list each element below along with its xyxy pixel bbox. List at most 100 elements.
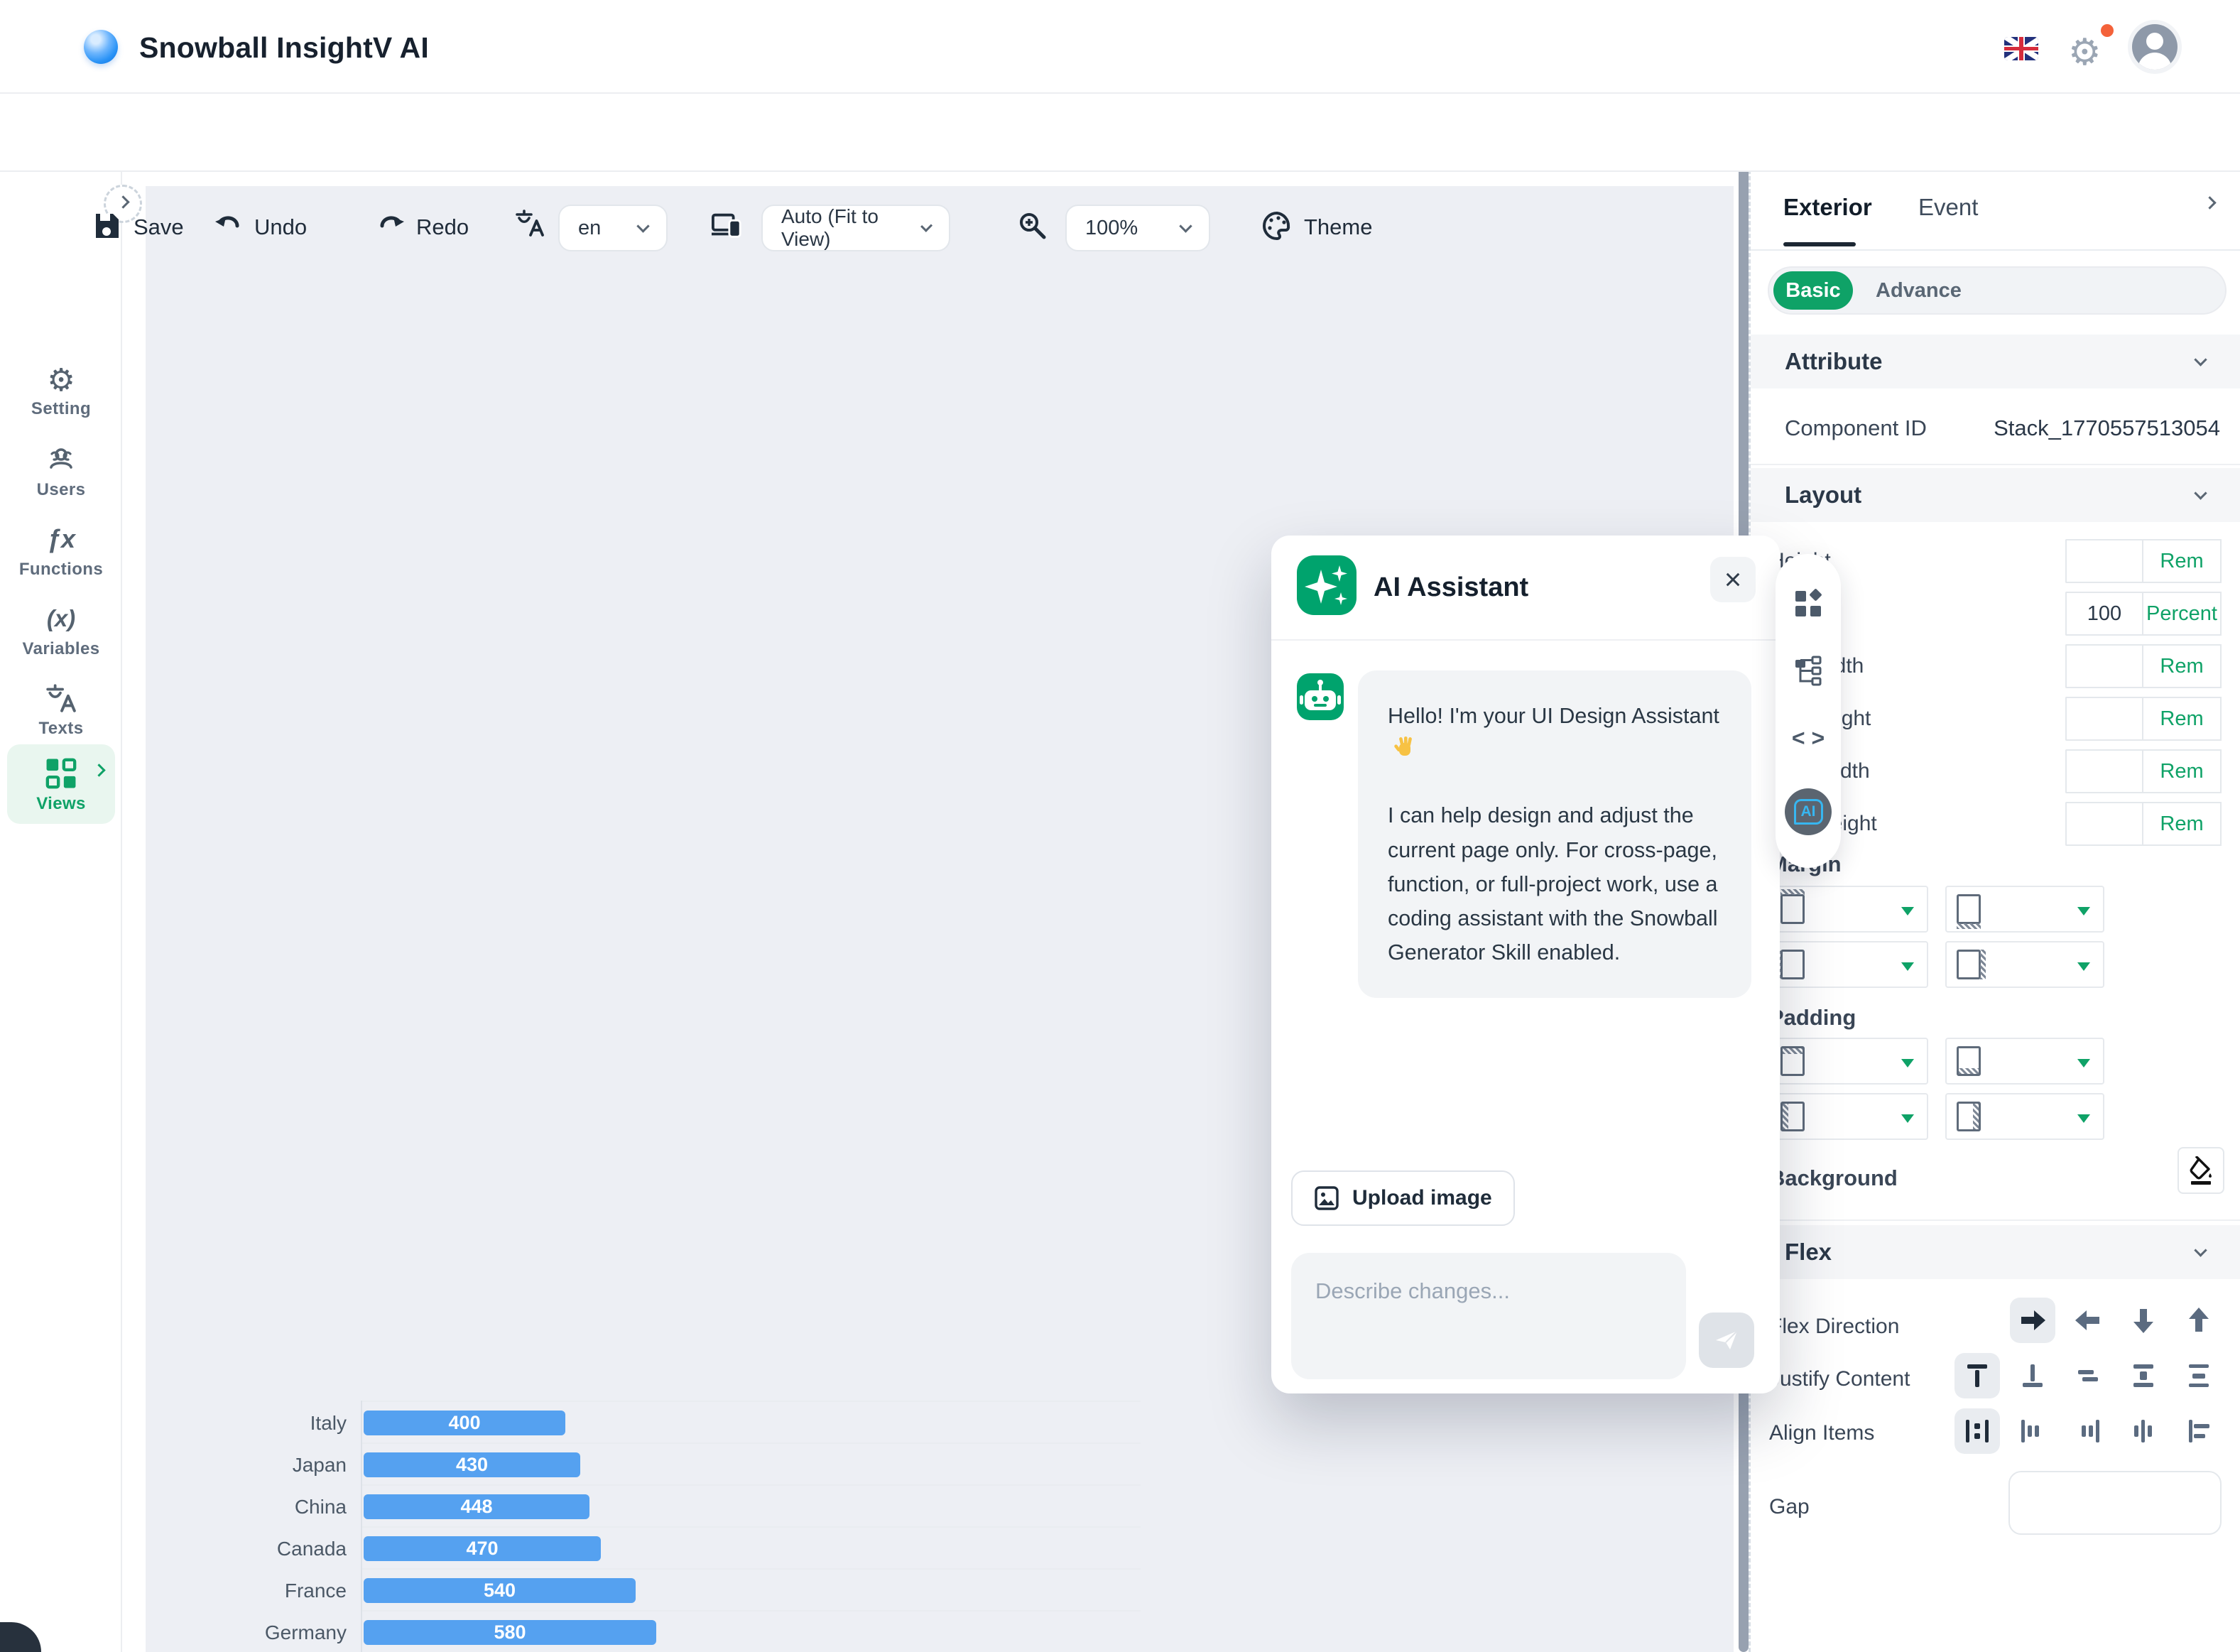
redo-icon[interactable]: [375, 210, 406, 241]
layout-unit-select[interactable]: Rem: [2142, 697, 2222, 741]
users-icon: [45, 443, 77, 476]
justify-center-button[interactable]: [2065, 1353, 2111, 1398]
component-id-value: Stack_1770557513054: [1994, 415, 2220, 441]
layout-unit-select[interactable]: Rem: [2142, 749, 2222, 793]
upload-image-button[interactable]: Upload image: [1291, 1170, 1515, 1226]
theme-palette-icon[interactable]: [1261, 210, 1293, 241]
conversion-bar[interactable]: 400: [364, 1411, 565, 1435]
layout-value-input[interactable]: [2065, 697, 2142, 741]
layout-unit-select[interactable]: Rem: [2142, 802, 2222, 846]
chevron-right-icon[interactable]: [2203, 196, 2216, 209]
language-select[interactable]: en: [558, 205, 668, 251]
layout-value-input[interactable]: [2065, 644, 2142, 688]
justify-space-around-button[interactable]: [2176, 1353, 2222, 1398]
language-flag-icon[interactable]: [2004, 37, 2038, 60]
padding-right-select[interactable]: [1945, 1093, 2104, 1140]
justify-flex-end-button[interactable]: [2010, 1353, 2055, 1398]
align-items-label: Align Items: [1769, 1421, 1874, 1445]
align-center-button[interactable]: [2121, 1408, 2166, 1454]
conversion-value: 580: [494, 1621, 526, 1643]
theme-button[interactable]: Theme: [1304, 214, 1372, 240]
sidebar-item-views-active[interactable]: Views: [7, 744, 115, 824]
sidebar-item-texts[interactable]: Texts: [0, 682, 122, 739]
conversion-bar[interactable]: 448: [364, 1494, 589, 1519]
widgets-icon[interactable]: [1791, 587, 1825, 621]
layout-unit-select[interactable]: Percent: [2142, 592, 2222, 636]
justify-space-between-button[interactable]: [2121, 1353, 2166, 1398]
flex-direction-label: Flex Direction: [1769, 1315, 1899, 1339]
margin-top-select[interactable]: [1769, 886, 1928, 933]
padding-bottom-icon: [1957, 1046, 1981, 1076]
sidebar-item-variables[interactable]: (x) Variables: [0, 602, 122, 659]
sidebar-item-functions[interactable]: ƒx Functions: [0, 523, 122, 580]
chevron-down-icon: [2194, 487, 2207, 499]
sidebar-item-setting[interactable]: ⚙ Setting: [0, 362, 122, 419]
chevron-right-icon: [116, 195, 129, 208]
conversion-bar[interactable]: 430: [364, 1452, 580, 1477]
zoom-in-icon[interactable]: [1017, 210, 1048, 241]
flex-direction-column-reverse-button[interactable]: [2176, 1298, 2222, 1343]
ai-assistant-launcher-icon[interactable]: AI: [1785, 788, 1832, 835]
user-avatar[interactable]: [2128, 20, 2182, 74]
flex-direction-row-reverse-button[interactable]: [2065, 1298, 2111, 1343]
layout-field: Rem: [2065, 802, 2222, 846]
align-baseline-button[interactable]: [2176, 1408, 2222, 1454]
margin-left-select[interactable]: [1769, 941, 1928, 988]
sidebar-item-users[interactable]: Users: [0, 443, 122, 500]
sidebar-item-label: Views: [36, 794, 86, 813]
conversion-value: 470: [466, 1538, 498, 1560]
describe-changes-input[interactable]: [1291, 1253, 1686, 1379]
conversion-bar[interactable]: 580: [364, 1620, 656, 1645]
conversion-bar[interactable]: 470: [364, 1536, 601, 1561]
device-mode-select[interactable]: Auto (Fit to View): [761, 205, 950, 251]
conversion-bar[interactable]: 540: [364, 1578, 636, 1603]
gap-input[interactable]: [2008, 1471, 2222, 1535]
justify-flex-start-button[interactable]: [1954, 1353, 2000, 1398]
padding-top-select[interactable]: [1769, 1038, 1928, 1085]
padding-left-select[interactable]: [1769, 1093, 1928, 1140]
save-icon[interactable]: [91, 210, 122, 241]
redo-button[interactable]: Redo: [416, 214, 469, 240]
margin-right-select[interactable]: [1945, 941, 2104, 988]
align-flex-end-button[interactable]: [2065, 1408, 2111, 1454]
margin-bottom-icon: [1957, 894, 1981, 924]
background-fill-button[interactable]: [2178, 1147, 2224, 1194]
conversion-value: 448: [460, 1496, 492, 1518]
dialog-title: AI Assistant: [1374, 572, 1528, 603]
zoom-value: 100%: [1085, 217, 1138, 240]
section-flex[interactable]: Flex: [1751, 1225, 2240, 1279]
align-flex-start-button[interactable]: [2010, 1408, 2055, 1454]
tab-advance[interactable]: Advance: [1876, 268, 1962, 313]
padding-bottom-select[interactable]: [1945, 1038, 2104, 1085]
chevron-down-icon: [2194, 353, 2207, 366]
zoom-level-select[interactable]: 100%: [1065, 205, 1210, 251]
send-button[interactable]: [1699, 1313, 1754, 1368]
undo-button[interactable]: Undo: [254, 214, 307, 240]
section-attribute[interactable]: Attribute: [1751, 335, 2240, 388]
section-layout[interactable]: Layout: [1751, 468, 2240, 522]
save-button[interactable]: Save: [134, 214, 184, 240]
chevron-down-icon: [1179, 219, 1192, 232]
layer-tree-icon[interactable]: [1791, 654, 1825, 688]
layout-unit-select[interactable]: Rem: [2142, 539, 2222, 583]
tab-event[interactable]: Event: [1918, 194, 1978, 221]
layout-value-input[interactable]: [2065, 592, 2142, 636]
layout-unit-select[interactable]: Rem: [2142, 644, 2222, 688]
code-icon[interactable]: < >: [1791, 721, 1825, 755]
undo-icon[interactable]: [213, 210, 244, 241]
margin-bottom-select[interactable]: [1945, 886, 2104, 933]
flex-direction-row-button[interactable]: [2010, 1298, 2055, 1343]
conversion-country-label: Italy: [310, 1402, 347, 1444]
conversion-country-label: Canada: [277, 1528, 347, 1570]
layout-field: Rem: [2065, 539, 2222, 583]
settings-gear-icon[interactable]: ⚙: [2068, 31, 2102, 74]
layout-value-input[interactable]: [2065, 802, 2142, 846]
gap-label: Gap: [1769, 1495, 1810, 1519]
align-stretch-button[interactable]: [1954, 1408, 2000, 1454]
layout-value-input[interactable]: [2065, 749, 2142, 793]
tab-exterior[interactable]: Exterior: [1783, 194, 1872, 221]
layout-value-input[interactable]: [2065, 539, 2142, 583]
tab-basic[interactable]: Basic: [1773, 271, 1853, 310]
flex-direction-column-button[interactable]: [2121, 1298, 2166, 1343]
close-icon[interactable]: ×: [1710, 557, 1756, 602]
